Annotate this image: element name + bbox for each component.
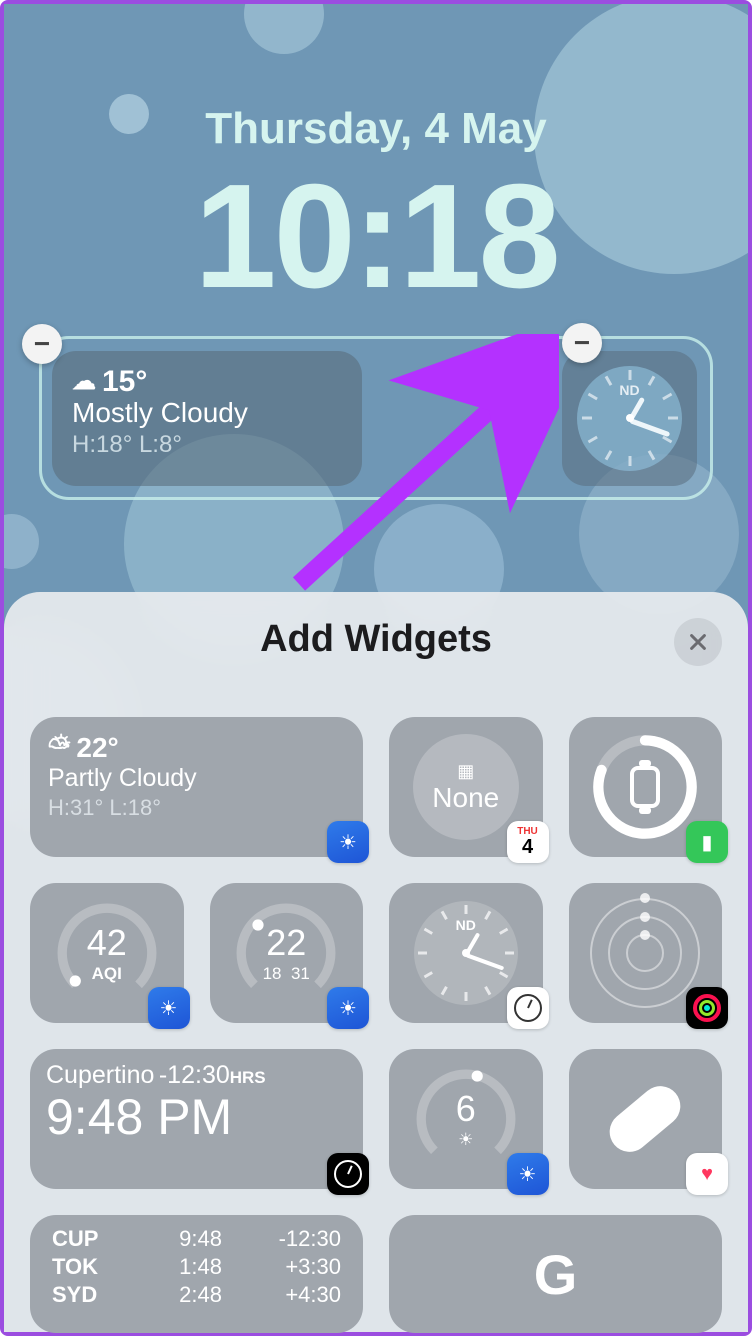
lockscreen-weather-widget[interactable]: ☁︎15° Mostly Cloudy H:18° L:8° <box>52 351 362 486</box>
uv-value: 6 <box>456 1088 476 1130</box>
analog-clock-icon: ND <box>414 901 518 1005</box>
weather-app-icon: ☀︎ <box>148 987 190 1029</box>
weather-condition: Mostly Cloudy <box>72 397 342 429</box>
lockscreen-date[interactable]: Thursday, 4 May <box>4 104 748 154</box>
temp-high: 31 <box>291 964 310 983</box>
widget-world-clock[interactable]: Cupertino -12:30HRS 9:48 PM <box>30 1049 363 1189</box>
clock-app-icon <box>327 1153 369 1195</box>
world-clock-city: Cupertino <box>46 1061 154 1089</box>
weather-app-icon: ☀︎ <box>507 1153 549 1195</box>
close-button[interactable] <box>674 618 722 666</box>
lockscreen-clock-widget[interactable]: ND <box>562 351 697 486</box>
widget-medications[interactable]: ♥ <box>569 1049 723 1189</box>
widget-city-clock[interactable]: ND <box>389 883 543 1023</box>
weather-temp: 15° <box>102 365 147 399</box>
sheet-title: Add Widgets <box>30 618 722 661</box>
world-clock-hrs: HRS <box>230 1068 266 1087</box>
lockscreen-widget-row[interactable]: − − ☁︎15° Mostly Cloudy H:18° L:8° ND <box>39 336 713 500</box>
clock-app-icon <box>507 987 549 1029</box>
close-icon <box>687 631 709 653</box>
calendar-none-label: None <box>432 782 499 814</box>
batteries-app-icon: ▮ <box>686 821 728 863</box>
sun-icon: ☀︎ <box>456 1130 476 1150</box>
google-logo-icon: G <box>534 1242 578 1307</box>
health-app-icon: ♥ <box>686 1153 728 1195</box>
weather-app-icon: ☀︎ <box>327 821 369 863</box>
widget-find-my[interactable] <box>569 883 723 1023</box>
aqi-value: 42 <box>87 922 127 964</box>
temp-low: 18 <box>263 964 282 983</box>
radar-icon <box>590 898 700 1008</box>
apple-watch-icon <box>630 766 660 808</box>
world-clock-time: 9:48 PM <box>46 1088 347 1146</box>
widget-google-search[interactable]: G <box>389 1215 722 1333</box>
widget-world-clock-table[interactable]: CUP9:48-12:30TOK1:48+3:30SYD2:48+4:30 <box>30 1215 363 1333</box>
remove-widget-weather-button[interactable]: − <box>22 324 62 364</box>
weather2-temp: 22° <box>76 732 118 764</box>
analog-clock-face: ND <box>577 366 682 471</box>
widget-uv-index[interactable]: 6☀︎ ☀︎ <box>389 1049 543 1189</box>
widget-aqi[interactable]: 42AQI ☀︎ <box>30 883 184 1023</box>
weather-high-low: H:18° L:8° <box>72 431 342 459</box>
remove-widget-clock-button[interactable]: − <box>562 323 602 363</box>
aqi-label: AQI <box>87 964 127 984</box>
temp-value: 22 <box>263 922 310 964</box>
calendar-app-icon: THU4 <box>507 821 549 863</box>
widget-watch-battery[interactable]: ▮ <box>569 717 723 857</box>
calendar-grid-icon: ▦ <box>457 761 474 782</box>
lockscreen-time[interactable]: 10:18 <box>4 152 748 322</box>
cloud-icon: ☁︎ <box>72 367 96 396</box>
widget-calendar-event[interactable]: ▦None THU4 <box>389 717 543 857</box>
widget-weather-conditions[interactable]: ⛅︎22° Partly Cloudy H:31° L:18° ☀︎ <box>30 717 363 857</box>
weather-app-icon: ☀︎ <box>327 987 369 1029</box>
world-clock-offset: -12:30 <box>159 1061 230 1089</box>
weather2-high-low: H:31° L:18° <box>48 795 345 821</box>
add-widgets-sheet: Add Widgets ⛅︎22° Partly Cloudy H:31° L:… <box>4 592 748 1332</box>
widget-temperature[interactable]: 2218 31 ☀︎ <box>210 883 364 1023</box>
weather2-condition: Partly Cloudy <box>48 764 345 793</box>
fitness-app-icon <box>686 987 728 1029</box>
pill-icon <box>602 1078 689 1160</box>
partly-cloudy-icon: ⛅︎ <box>48 731 70 764</box>
